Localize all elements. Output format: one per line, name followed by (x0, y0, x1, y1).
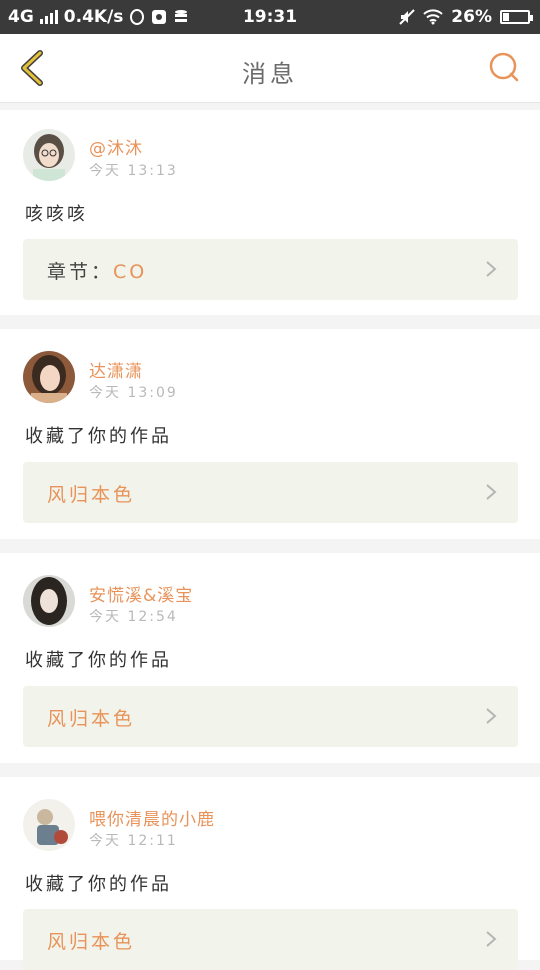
message-text: 咳咳咳 (25, 204, 88, 225)
avatar[interactable] (23, 799, 75, 851)
chevron-right-icon (486, 484, 497, 500)
link-value: 风归本色 (47, 708, 136, 730)
username[interactable]: @沐沐 (89, 134, 143, 159)
message-text: 收藏了你的作品 (25, 874, 172, 895)
timestamp: 今天 12:54 (89, 609, 178, 625)
avatar[interactable] (23, 575, 75, 627)
message-card: 达潇潇 今天 13:09 收藏了你的作品 风归本色 (0, 329, 540, 539)
message-text: 收藏了你的作品 (25, 426, 172, 447)
link-value: 风归本色 (47, 484, 136, 506)
work-link[interactable]: 风归本色 (23, 686, 518, 747)
link-label: 风归本色 (47, 480, 135, 507)
nav-bar: 消息 (0, 34, 540, 103)
chevron-right-icon (486, 708, 497, 724)
timestamp: 今天 12:11 (89, 833, 178, 849)
username[interactable]: 喂你清晨的小鹿 (89, 805, 215, 830)
work-link[interactable]: 风归本色 (23, 462, 518, 523)
message-text: 收藏了你的作品 (25, 650, 172, 671)
work-link[interactable]: 风归本色 (23, 909, 518, 970)
wifi-icon (423, 9, 443, 25)
battery-icon (500, 10, 533, 24)
avatar[interactable] (23, 129, 75, 181)
message-card: 安慌溪&溪宝 今天 12:54 收藏了你的作品 风归本色 (0, 553, 540, 763)
mute-icon (399, 9, 416, 25)
search-button[interactable] (488, 51, 520, 83)
avatar[interactable] (23, 351, 75, 403)
page-title: 消息 (242, 60, 298, 88)
link-label: 章节：CO (47, 257, 147, 284)
link-prefix: 章节： (47, 261, 114, 283)
chevron-right-icon (486, 931, 497, 947)
battery-percent: 26% (451, 7, 492, 27)
message-card: @沐沐 今天 13:13 咳咳咳 章节：CO (0, 110, 540, 315)
username[interactable]: 安慌溪&溪宝 (89, 581, 193, 606)
link-value: 风归本色 (47, 931, 136, 953)
link-value: CO (113, 261, 148, 283)
search-icon (489, 52, 519, 82)
battery-level-fill (503, 13, 509, 21)
username[interactable]: 达潇潇 (89, 357, 143, 382)
message-card: 喂你清晨的小鹿 今天 12:11 收藏了你的作品 风归本色 (0, 777, 540, 970)
link-label: 风归本色 (47, 704, 135, 731)
chapter-link[interactable]: 章节：CO (23, 239, 518, 300)
link-label: 风归本色 (47, 927, 135, 954)
timestamp: 今天 13:09 (89, 385, 178, 401)
timestamp: 今天 13:13 (89, 163, 178, 179)
status-bar: 4G 0.4K/s 19:31 26% (0, 0, 540, 34)
chevron-right-icon (486, 261, 497, 277)
